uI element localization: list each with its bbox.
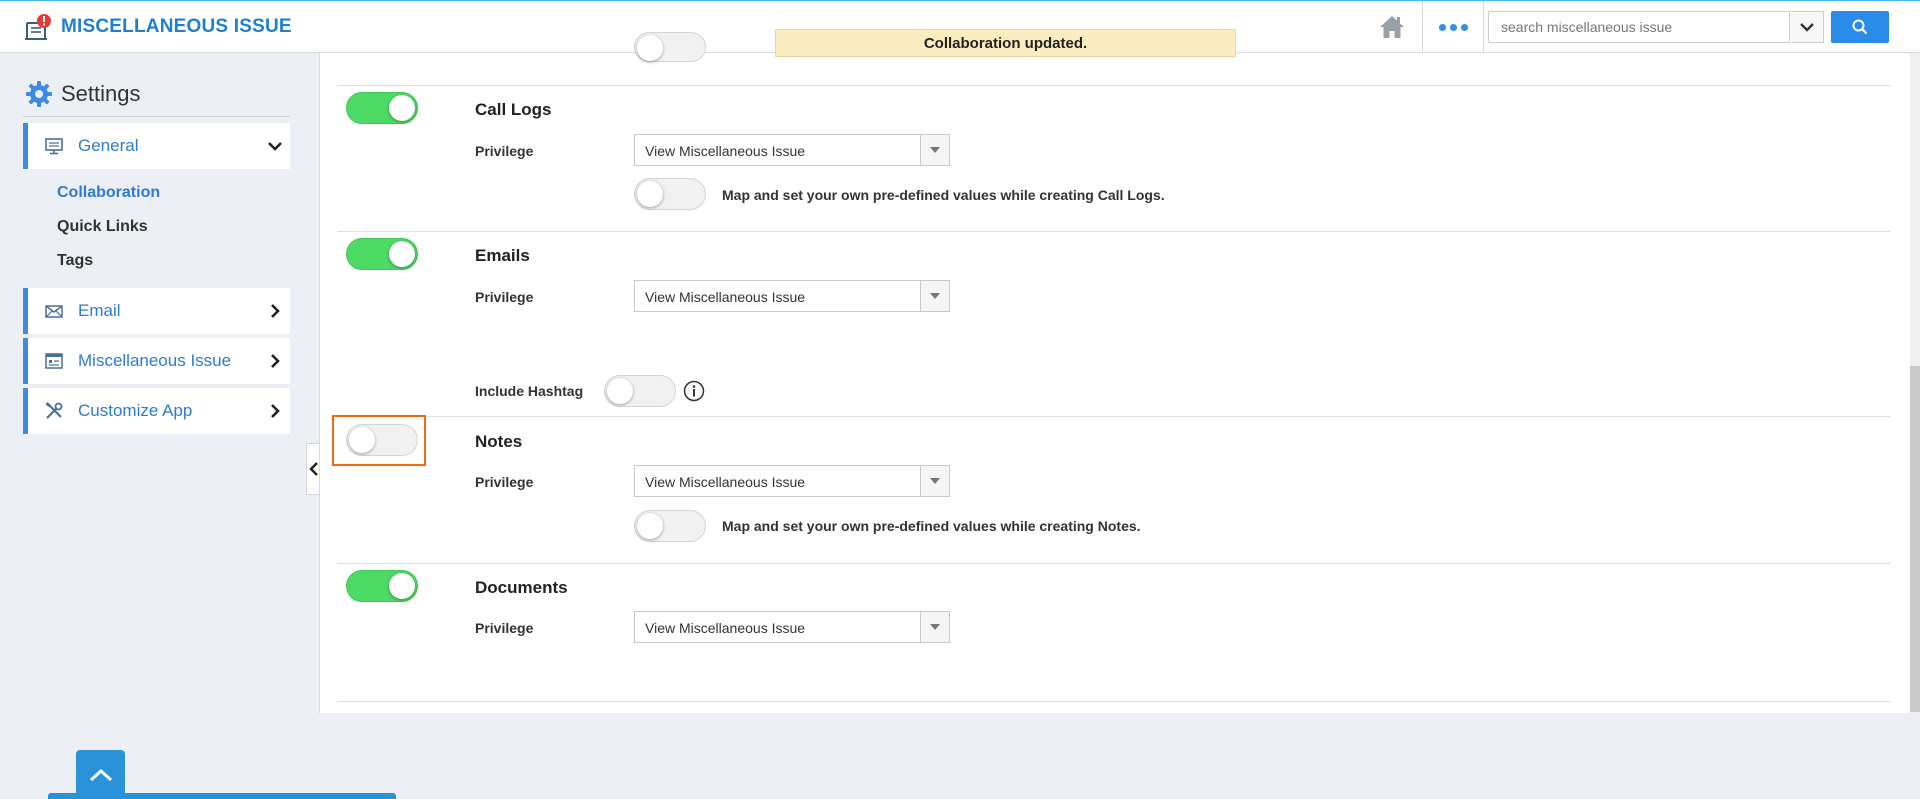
sidebar-subitem-quick-links[interactable]: Quick Links (57, 218, 148, 236)
chevron-left-icon (308, 462, 318, 476)
call-logs-helper-text: Map and set your own pre-defined values … (722, 187, 1165, 203)
sidebar-item-general[interactable]: General (23, 123, 290, 169)
notes-predefined-toggle[interactable] (634, 510, 706, 542)
monitor-icon (45, 138, 63, 155)
documents-title: Documents (475, 578, 568, 597)
sidebar-item-label: Customize App (78, 401, 193, 420)
sidebar-item-miscellaneous-issue[interactable]: Miscellaneous Issue (23, 338, 290, 384)
chevron-right-icon (271, 304, 280, 318)
emails-title: Emails (475, 246, 530, 265)
emails-toggle[interactable] (346, 238, 418, 270)
sidebar-item-label: General (78, 136, 139, 155)
caret-down-icon (930, 147, 940, 153)
section-divider (337, 701, 1891, 702)
sidebar-item-label: Email (78, 301, 121, 320)
more-options-button[interactable] (1422, 1, 1484, 53)
dot-icon (1438, 23, 1446, 31)
back-to-top-button[interactable] (76, 750, 125, 799)
select-arrow (920, 466, 949, 496)
sidebar-item-email[interactable]: Email (23, 288, 290, 334)
include-hashtag-label: Include Hashtag (475, 383, 584, 399)
sidebar-subitem-tags[interactable]: Tags (57, 252, 93, 270)
sidebar-divider (23, 116, 290, 117)
caret-down-icon (930, 624, 940, 630)
app-title: MISCELLANEOUS ISSUE (61, 16, 292, 37)
select-value: View Miscellaneous Issue (645, 289, 806, 305)
toggle-knob (389, 573, 415, 599)
search-icon (1852, 19, 1868, 35)
toggle-knob (389, 241, 415, 267)
emails-privilege-select[interactable]: View Miscellaneous Issue (634, 280, 950, 312)
envelope-icon (45, 305, 63, 318)
previous-helper-toggle[interactable] (634, 32, 706, 62)
tools-icon (45, 402, 63, 419)
toggle-knob (389, 95, 415, 121)
notes-helper-text: Map and set your own pre-defined values … (722, 518, 1141, 534)
select-arrow (920, 612, 949, 642)
chevron-down-icon (1800, 23, 1814, 32)
toast-message: Collaboration updated. (775, 29, 1236, 57)
document-list-icon (45, 353, 63, 369)
section-divider (337, 231, 1891, 232)
chevron-right-icon (271, 354, 280, 368)
notes-privilege-select[interactable]: View Miscellaneous Issue (634, 465, 950, 497)
privilege-label: Privilege (475, 289, 534, 305)
documents-privilege-select[interactable]: View Miscellaneous Issue (634, 611, 950, 643)
call-logs-predefined-toggle[interactable] (634, 178, 706, 210)
dot-icon (1460, 23, 1468, 31)
issue-app-icon (25, 14, 51, 40)
search-dropdown-button[interactable] (1791, 11, 1824, 43)
include-hashtag-toggle[interactable] (604, 375, 676, 407)
select-arrow (920, 281, 949, 311)
chevron-right-icon (271, 404, 280, 418)
sidebar-item-label: Miscellaneous Issue (78, 351, 232, 370)
caret-down-icon (930, 293, 940, 299)
section-divider (337, 85, 1891, 86)
documents-toggle[interactable] (346, 570, 418, 602)
search-input[interactable] (1488, 11, 1790, 43)
call-logs-title: Call Logs (475, 100, 552, 119)
toggle-knob (637, 513, 663, 539)
scrollbar-thumb[interactable] (1910, 366, 1920, 712)
highlight-box (332, 415, 426, 466)
settings-title: Settings (25, 80, 141, 108)
privilege-label: Privilege (475, 620, 534, 636)
privilege-label: Privilege (475, 474, 534, 490)
toggle-knob (637, 35, 663, 61)
call-logs-privilege-select[interactable]: View Miscellaneous Issue (634, 134, 950, 166)
select-value: View Miscellaneous Issue (645, 474, 806, 490)
settings-title-text: Settings (61, 81, 141, 106)
section-divider (337, 563, 1891, 564)
dot-icon (1449, 23, 1457, 31)
collapse-sidebar-button[interactable] (306, 443, 320, 495)
chevron-up-icon (89, 768, 112, 781)
select-arrow (920, 135, 949, 165)
chevron-down-icon (268, 142, 282, 151)
info-icon[interactable] (683, 380, 705, 402)
notes-title: Notes (475, 432, 523, 451)
home-icon[interactable] (1378, 13, 1406, 41)
section-divider (337, 416, 1891, 417)
footer-bar (48, 793, 396, 799)
select-value: View Miscellaneous Issue (645, 143, 806, 159)
search-button[interactable] (1831, 11, 1889, 43)
caret-down-icon (930, 478, 940, 484)
privilege-label: Privilege (475, 143, 534, 159)
sidebar-item-customize-app[interactable]: Customize App (23, 388, 290, 434)
select-value: View Miscellaneous Issue (645, 620, 806, 636)
toggle-knob (607, 378, 633, 404)
sidebar-subitem-collaboration[interactable]: Collaboration (57, 184, 160, 202)
toggle-knob (637, 181, 663, 207)
gear-icon (26, 81, 52, 107)
call-logs-toggle[interactable] (346, 92, 418, 124)
